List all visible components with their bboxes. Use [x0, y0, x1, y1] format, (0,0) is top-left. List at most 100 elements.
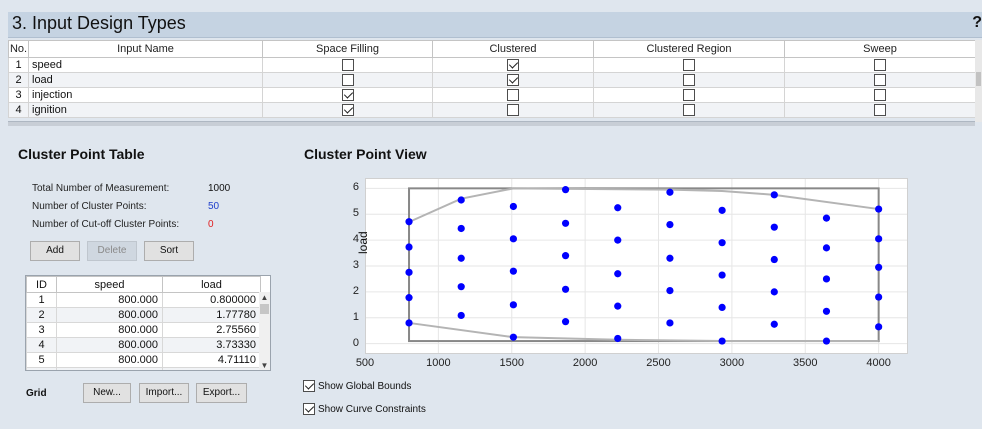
id-cell[interactable]: 3 [26, 322, 57, 338]
load-cell[interactable]: 1.77780 [162, 307, 261, 323]
sort-button[interactable]: Sort [144, 241, 194, 261]
id-cell[interactable]: 1 [26, 292, 57, 308]
column-header-speed[interactable]: speed [56, 276, 163, 293]
table-row[interactable]: 2 800.000 1.77780 [26, 307, 261, 323]
table-row[interactable]: 1 speed [8, 57, 976, 73]
sweep-cell[interactable] [784, 102, 976, 118]
sweep-checkbox[interactable] [874, 74, 886, 87]
grid-import-button[interactable]: Import... [139, 383, 189, 403]
column-header-input-name[interactable]: Input Name [28, 40, 263, 58]
table-row[interactable]: 3 800.000 2.75560 [26, 322, 261, 338]
clustered-cell[interactable] [432, 57, 594, 73]
sweep-checkbox[interactable] [874, 59, 886, 72]
space-filling-cell[interactable] [262, 57, 433, 73]
clustered-region-checkbox[interactable] [683, 59, 695, 72]
cluster-point [770, 288, 778, 296]
checkbox-icon[interactable] [303, 380, 315, 392]
sweep-checkbox[interactable] [874, 89, 886, 102]
help-button[interactable]: ? [972, 14, 982, 32]
input-name-cell[interactable]: ignition [28, 102, 263, 118]
column-header-load[interactable]: load [162, 276, 261, 293]
clustered-region-checkbox[interactable] [683, 74, 695, 87]
id-cell[interactable]: 6 [26, 367, 57, 370]
design-table-scrollbar[interactable] [975, 40, 982, 122]
clustered-cell[interactable] [432, 72, 594, 88]
grid-new-button[interactable]: New... [83, 383, 131, 403]
clustered-checkbox[interactable] [507, 104, 519, 117]
table-row[interactable]: 4 800.000 3.73330 [26, 337, 261, 353]
x-tick-label: 1500 [499, 357, 524, 369]
sweep-cell[interactable] [784, 87, 976, 103]
panel-splitter[interactable] [8, 121, 975, 126]
id-cell[interactable]: 2 [26, 307, 57, 323]
column-header-space-filling[interactable]: Space Filling [262, 40, 433, 58]
clustered-region-cell[interactable] [593, 87, 785, 103]
upper-curve-constraint [408, 187, 879, 223]
column-header-no[interactable]: No. [8, 40, 29, 58]
column-header-clustered[interactable]: Clustered [432, 40, 594, 58]
clustered-cell[interactable] [432, 87, 594, 103]
clustered-region-cell[interactable] [593, 57, 785, 73]
cluster-point [822, 275, 831, 283]
clustered-region-checkbox[interactable] [683, 104, 695, 117]
input-name-cell[interactable]: speed [28, 57, 263, 73]
id-cell[interactable]: 5 [26, 352, 57, 368]
speed-cell[interactable]: 800.000 [56, 322, 163, 338]
clustered-checkbox[interactable] [507, 59, 519, 72]
cluster-point [509, 333, 517, 341]
space-filling-checkbox[interactable] [341, 59, 354, 72]
input-name-cell[interactable]: load [28, 72, 263, 88]
y-tick-label: 1 [352, 310, 359, 323]
space-filling-cell[interactable] [262, 72, 433, 88]
scrollbar-thumb[interactable] [976, 72, 981, 86]
speed-cell[interactable]: 800.000 [56, 307, 163, 323]
table-row[interactable]: 5 800.000 4.71110 [26, 352, 261, 368]
table-row[interactable]: 4 ignition [8, 102, 976, 118]
load-cell[interactable]: 3.73330 [162, 337, 261, 353]
show-global-bounds-checkbox[interactable]: Show Global Bounds [303, 380, 411, 392]
space-filling-cell[interactable] [262, 102, 433, 118]
clustered-checkbox[interactable] [507, 89, 519, 102]
load-cell[interactable]: 1.08950 [162, 367, 261, 370]
checkbox-icon[interactable] [303, 403, 315, 415]
space-filling-checkbox[interactable] [341, 89, 354, 102]
clustered-region-cell[interactable] [593, 72, 785, 88]
scroll-down-icon[interactable]: ▼ [259, 360, 270, 370]
table-row[interactable]: 3 injection [8, 87, 976, 103]
space-filling-checkbox[interactable] [341, 104, 354, 117]
id-cell[interactable]: 4 [26, 337, 57, 353]
speed-cell[interactable]: 800.000 [56, 352, 163, 368]
scrollbar-thumb[interactable] [260, 304, 269, 314]
column-header-clustered-region[interactable]: Clustered Region [593, 40, 785, 58]
delete-button[interactable]: Delete [87, 241, 137, 261]
speed-cell[interactable]: 800.000 [56, 292, 163, 308]
space-filling-cell[interactable] [262, 87, 433, 103]
column-header-sweep[interactable]: Sweep [784, 40, 976, 58]
sweep-checkbox[interactable] [874, 104, 886, 117]
input-name-cell[interactable]: injection [28, 87, 263, 103]
clustered-region-cell[interactable] [593, 102, 785, 118]
cluster-table-scrollbar[interactable]: ▲ ▼ [259, 292, 270, 370]
speed-cell[interactable]: 1155.56 [56, 367, 163, 370]
plot-svg [364, 178, 908, 354]
clustered-region-checkbox[interactable] [683, 89, 695, 102]
clustered-checkbox[interactable] [507, 74, 519, 87]
cluster-point-plot[interactable] [364, 178, 908, 354]
cluster-point [457, 254, 465, 262]
show-curve-constraints-checkbox[interactable]: Show Curve Constraints [303, 403, 426, 415]
add-button[interactable]: Add [30, 241, 80, 261]
load-cell[interactable]: 4.71110 [162, 352, 261, 368]
load-cell[interactable]: 0.800000 [162, 292, 261, 308]
space-filling-checkbox[interactable] [341, 74, 354, 87]
table-row[interactable]: 2 load [8, 72, 976, 88]
sweep-cell[interactable] [784, 72, 976, 88]
sweep-cell[interactable] [784, 57, 976, 73]
grid-export-button[interactable]: Export... [196, 383, 247, 403]
table-row[interactable]: 61155.561.08950 [26, 367, 261, 370]
table-row[interactable]: 1 800.000 0.800000 [26, 292, 261, 308]
clustered-cell[interactable] [432, 102, 594, 118]
column-header-id[interactable]: ID [26, 276, 57, 293]
speed-cell[interactable]: 800.000 [56, 337, 163, 353]
scroll-up-icon[interactable]: ▲ [259, 292, 270, 303]
load-cell[interactable]: 2.75560 [162, 322, 261, 338]
